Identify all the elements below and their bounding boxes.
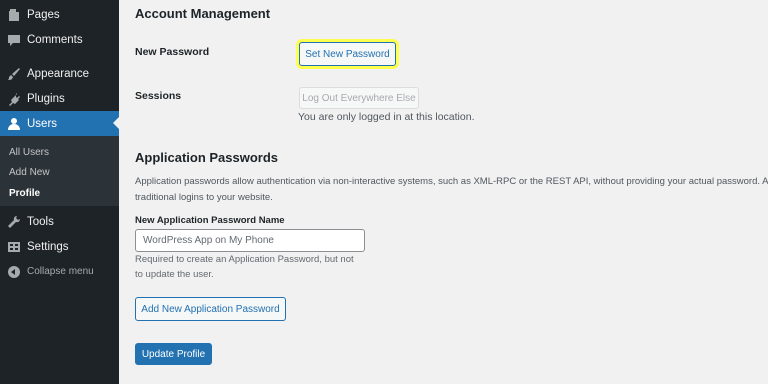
sidebar-item-comments[interactable]: Comments: [0, 27, 119, 52]
add-application-password-button[interactable]: Add New Application Password: [135, 297, 286, 321]
settings-icon: [7, 240, 21, 254]
pages-icon: [7, 8, 21, 22]
sidebar-item-label: Appearance: [27, 67, 90, 80]
set-new-password-button[interactable]: Set New Password: [299, 42, 396, 66]
users-icon: [7, 117, 21, 131]
sidebar-item-pages[interactable]: Pages: [0, 2, 119, 27]
sidebar-item-plugins[interactable]: Plugins: [0, 86, 119, 111]
users-submenu: All Users Add New Profile: [0, 136, 119, 206]
admin-sidebar: Pages Comments Appearance Plugins Users …: [0, 0, 119, 384]
sessions-label: Sessions: [135, 90, 182, 102]
application-passwords-description: Application passwords allow authenticati…: [135, 174, 768, 206]
collapse-menu-button[interactable]: Collapse menu: [0, 259, 119, 284]
sidebar-item-users[interactable]: Users: [0, 111, 119, 136]
sidebar-item-label: Comments: [27, 33, 83, 46]
sidebar-item-label: Users: [27, 117, 58, 130]
sidebar-item-appearance[interactable]: Appearance: [0, 61, 119, 86]
sessions-note: You are only logged in at this location.: [298, 111, 475, 123]
description-line: Application passwords allow authenticati…: [135, 176, 768, 187]
new-password-label: New Password: [135, 46, 210, 58]
help-line: to update the user.: [135, 269, 214, 280]
sidebar-item-settings[interactable]: Settings: [0, 234, 119, 259]
sidebar-item-tools[interactable]: Tools: [0, 209, 119, 234]
collapse-icon: [7, 265, 21, 279]
update-profile-button[interactable]: Update Profile: [135, 343, 212, 365]
submenu-profile[interactable]: Profile: [9, 188, 40, 199]
plugins-icon: [7, 92, 21, 106]
sidebar-item-label: Pages: [27, 8, 60, 21]
description-line: traditional logins to your website.: [135, 192, 273, 203]
sidebar-item-label: Tools: [27, 215, 54, 228]
collapse-menu-label: Collapse menu: [27, 266, 94, 277]
tools-icon: [7, 215, 21, 229]
comments-icon: [7, 33, 21, 47]
app-password-help: Required to create an Application Passwo…: [135, 252, 354, 282]
submenu-all-users[interactable]: All Users: [9, 147, 49, 158]
account-management-heading: Account Management: [135, 6, 271, 21]
application-passwords-heading: Application Passwords: [135, 150, 279, 165]
sidebar-item-label: Settings: [27, 240, 69, 253]
submenu-add-new[interactable]: Add New: [9, 167, 50, 178]
sidebar-item-label: Plugins: [27, 92, 65, 105]
app-password-name-label: New Application Password Name: [135, 215, 285, 226]
log-out-everywhere-button[interactable]: Log Out Everywhere Else: [299, 87, 419, 109]
profile-main: Account Management New Password Set New …: [119, 0, 768, 384]
appearance-icon: [7, 67, 21, 81]
app-password-name-input[interactable]: [135, 229, 365, 252]
help-line: Required to create an Application Passwo…: [135, 254, 354, 265]
